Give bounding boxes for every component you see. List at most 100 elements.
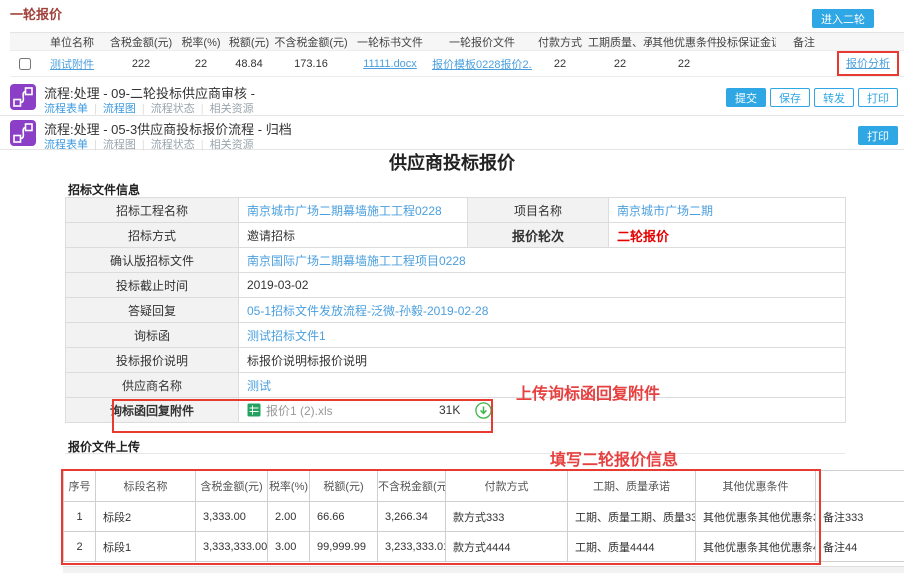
- cell-payment: 款方式333: [446, 502, 568, 532]
- cell-seq: 2: [64, 532, 96, 562]
- page-title: 一轮报价: [10, 4, 62, 23]
- annotation-fill-round2: 填写二轮报价信息: [550, 446, 678, 470]
- attachment-filename[interactable]: 报价1 (2).xls: [266, 402, 434, 419]
- col-tax-rate: 税率(%): [268, 471, 310, 502]
- project-name-link[interactable]: 南京城市广场二期幕墙施工工程0228: [247, 204, 442, 218]
- cell-quality-promise: 工期、质量4444: [568, 532, 696, 562]
- col-deposit: 投标保证金证..: [716, 33, 776, 51]
- cell-tax-rate: 22: [178, 51, 224, 77]
- col-quality: 工期质量、承诺: [588, 33, 652, 51]
- form-main-title: 供应商投标报价: [0, 149, 904, 175]
- form-row: 答疑回复 05-1招标文件发放流程-泛微-孙毅-2019-02-28: [66, 298, 846, 323]
- link-flow-form[interactable]: 流程表单: [44, 103, 88, 115]
- confirm-file-link[interactable]: 南京国际广场二期幕墙施工工程项目0228: [247, 254, 466, 268]
- table-row: 测试附件 222 22 48.84 173.16 11111.docx 报价模板…: [10, 51, 904, 77]
- col-payment: 付款方式: [532, 33, 588, 51]
- field-label-inquiry: 询标函: [66, 323, 239, 348]
- submit-button[interactable]: 提交: [726, 88, 766, 107]
- field-label-deadline: 投标截止时间: [66, 273, 239, 298]
- cell-quality-promise: 工期、质量工期、质量3333: [568, 502, 696, 532]
- cell-payment: 22: [532, 51, 588, 77]
- field-label-attachment: 询标函回复附件: [66, 398, 239, 423]
- section-bid-doc-info: 招标文件信息: [68, 181, 140, 198]
- quote-analysis-link[interactable]: 报价分析: [846, 58, 890, 70]
- col-tax-rate: 税率(%): [178, 33, 224, 51]
- unit-name-link[interactable]: 测试附件: [50, 59, 94, 71]
- attachment-size: 31K: [439, 403, 460, 417]
- price-table-header-row: 序号 标段名称 含税金额(元) 税率(%) 税额(元) 不含税金额(元) 付款方…: [64, 471, 904, 502]
- cell-seq: 1: [64, 502, 96, 532]
- field-label-round: 报价轮次: [468, 223, 609, 248]
- reply-flow-link[interactable]: 05-1招标文件发放流程-泛微-孙毅-2019-02-28: [247, 304, 488, 318]
- app-window: 一轮报价 进入二轮 单位名称 含税金额(元) 税率(%) 税额(元) 不含税金额…: [0, 0, 904, 573]
- form-row-attachment: 询标函回复附件 报价1 (2).xls 31K: [66, 398, 846, 423]
- quote-analysis-highlight-box: 报价分析: [837, 51, 899, 76]
- round2-price-table: 序号 标段名称 含税金额(元) 税率(%) 税额(元) 不含税金额(元) 付款方…: [63, 470, 904, 562]
- workflow-icon: [10, 84, 36, 110]
- form-row: 投标截止时间 2019-03-02: [66, 273, 846, 298]
- workflow-buttons: 打印: [858, 126, 898, 145]
- enter-round2-button[interactable]: 进入二轮: [812, 9, 874, 28]
- cell-tax-excluded: 3,233,333.01: [378, 532, 446, 562]
- col-quality-promise: 工期、质量承诺: [568, 471, 696, 502]
- col-unit-name: 单位名称: [40, 33, 104, 51]
- select-all-header: [10, 33, 40, 51]
- cell-tax-rate: 2.00: [268, 502, 310, 532]
- cell-tax-excluded: 173.16: [274, 51, 348, 77]
- forward-button[interactable]: 转发: [814, 88, 854, 107]
- workflow-icon: [10, 120, 36, 146]
- form-row: 供应商名称 测试: [66, 373, 846, 398]
- section-divider: [65, 453, 845, 454]
- save-button[interactable]: 保存: [770, 88, 810, 107]
- field-label-method: 招标方式: [66, 223, 239, 248]
- col-other-terms: 其他优惠条件: [696, 471, 816, 502]
- cell-remark: [776, 51, 832, 77]
- field-label-item: 项目名称: [468, 198, 609, 223]
- first-round-quote-table: 单位名称 含税金额(元) 税率(%) 税额(元) 不含税金额(元) 一轮标书文件…: [10, 32, 904, 77]
- quote-round-value: 二轮报价: [609, 223, 846, 248]
- col-tax-included: 含税金额(元): [196, 471, 268, 502]
- quote-table-header-row: 单位名称 含税金额(元) 税率(%) 税额(元) 不含税金额(元) 一轮标书文件…: [10, 33, 904, 51]
- field-label-supplier: 供应商名称: [66, 373, 239, 398]
- deadline-value: 2019-03-02: [239, 273, 846, 298]
- col-action: [832, 33, 904, 51]
- download-icon[interactable]: [475, 402, 492, 419]
- cell-remark: 备注333: [816, 502, 904, 532]
- field-label-confirm-file: 确认版招标文件: [66, 248, 239, 273]
- col-remark: 备注: [776, 33, 832, 51]
- cell-tax-excluded: 3,266.34: [378, 502, 446, 532]
- excel-file-icon: [247, 403, 261, 417]
- workflow-bar-review: 流程:处理 - 09-二轮投标供应商审核 - 流程表单|流程图|流程状态|相关资…: [0, 80, 904, 116]
- link-flow-status[interactable]: 流程状态: [151, 103, 195, 115]
- col-bid-file: 一轮标书文件: [348, 33, 432, 51]
- quote-desc-value: 标报价说明标报价说明: [239, 348, 846, 373]
- col-tax-included: 含税金额(元): [104, 33, 178, 51]
- price-table-viewport: 序号 标段名称 含税金额(元) 税率(%) 税额(元) 不含税金额(元) 付款方…: [63, 470, 904, 565]
- quote-file-link[interactable]: 报价模板0228报价2.xls: [432, 59, 532, 71]
- print-button[interactable]: 打印: [858, 88, 898, 107]
- cell-tax-amount: 66.66: [310, 502, 378, 532]
- workflow-buttons: 提交 保存 转发 打印: [726, 88, 898, 107]
- form-row: 招标工程名称 南京城市广场二期幕墙施工工程0228 项目名称 南京城市广场二期: [66, 198, 846, 223]
- attachment-item: 报价1 (2).xls 31K: [247, 402, 837, 419]
- form-row: 确认版招标文件 南京国际广场二期幕墙施工工程项目0228: [66, 248, 846, 273]
- bid-file-link[interactable]: 11111.docx: [363, 58, 417, 70]
- inquiry-file-link[interactable]: 测试招标文件1: [247, 329, 326, 343]
- col-other: 其他优惠条件: [652, 33, 716, 51]
- col-remark: 备注: [816, 471, 904, 502]
- col-quote-file: 一轮报价文件: [432, 33, 532, 51]
- link-flow-resources[interactable]: 相关资源: [210, 103, 254, 115]
- bid-info-form: 招标工程名称 南京城市广场二期幕墙施工工程0228 项目名称 南京城市广场二期 …: [65, 197, 846, 423]
- table-row: 2 标段1 3,333,333.00 3.00 99,999.99 3,233,…: [64, 532, 904, 562]
- form-row: 投标报价说明 标报价说明标报价说明: [66, 348, 846, 373]
- item-name-link[interactable]: 南京城市广场二期: [617, 204, 713, 218]
- cell-payment: 款方式4444: [446, 532, 568, 562]
- cell-remark: 备注44: [816, 532, 904, 562]
- col-section-name: 标段名称: [96, 471, 196, 502]
- link-flow-chart[interactable]: 流程图: [103, 103, 136, 115]
- supplier-name-link[interactable]: 测试: [247, 379, 271, 393]
- cell-section-name: 标段2: [96, 502, 196, 532]
- cell-tax-rate: 3.00: [268, 532, 310, 562]
- row-checkbox[interactable]: [19, 58, 31, 70]
- print-button[interactable]: 打印: [858, 126, 898, 145]
